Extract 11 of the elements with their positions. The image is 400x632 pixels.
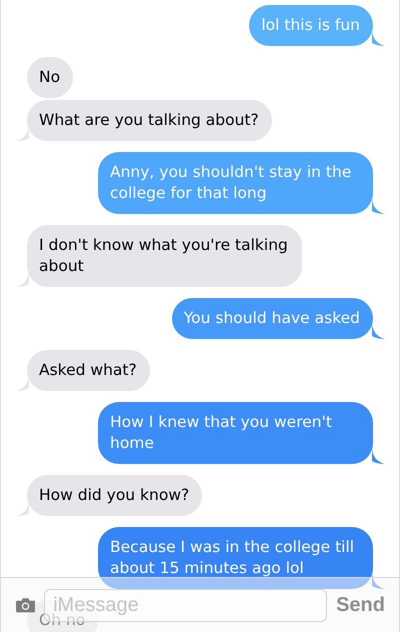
message-bubble: Because I was in the college till about 15 minutes ago lol: [98, 527, 373, 589]
message-bubble: Asked what?: [27, 350, 150, 391]
send-button[interactable]: Send: [336, 594, 385, 616]
message-bubble: What are you talking about?: [27, 100, 272, 141]
message-bubble: How I knew that you weren't home: [98, 402, 373, 464]
message-bubble: How did you know?: [27, 475, 202, 516]
message-bubble: I don't know what you're talking about: [27, 225, 302, 287]
message-bubble: Anny, you shouldn't stay in the college for that long: [98, 152, 373, 214]
message-bubble: No: [27, 57, 74, 98]
message-bubble: You should have asked: [172, 298, 373, 339]
message-bubble: lol this is fun: [249, 5, 373, 46]
